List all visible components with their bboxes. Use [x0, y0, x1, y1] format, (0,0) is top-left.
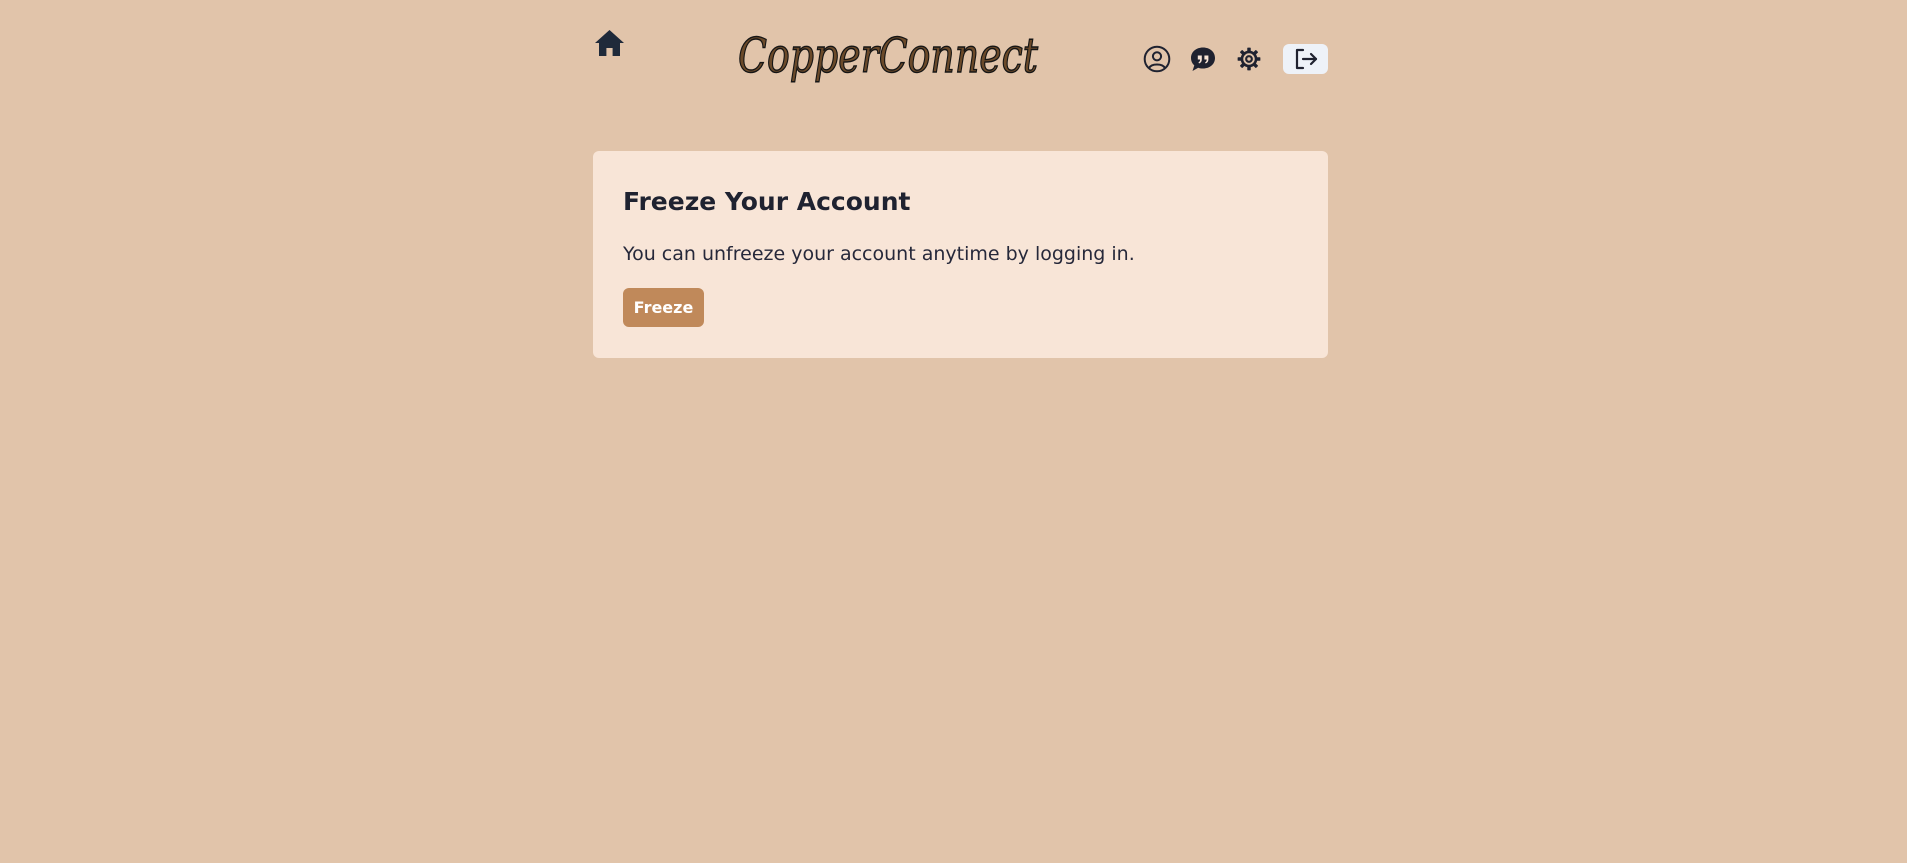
- settings-button[interactable]: [1232, 42, 1266, 76]
- top-navigation: CopperConnect: [592, 14, 1328, 102]
- home-icon: [594, 30, 624, 56]
- nav-icon-group: [1140, 44, 1266, 74]
- freeze-button[interactable]: Freeze: [623, 288, 704, 327]
- card-description: You can unfreeze your account anytime by…: [623, 243, 1135, 265]
- profile-button[interactable]: [1140, 42, 1174, 76]
- logout-arrow-icon: [1295, 48, 1317, 70]
- card-title: Freeze Your Account: [623, 187, 911, 216]
- logo-text: CopperConnect: [738, 28, 1039, 84]
- logout-button[interactable]: [1283, 44, 1328, 74]
- brand-logo[interactable]: CopperConnect: [728, 14, 1048, 100]
- quote-bubble-icon: [1191, 47, 1215, 71]
- user-circle-icon: [1143, 45, 1171, 73]
- freeze-account-card: Freeze Your Account You can unfreeze you…: [593, 151, 1328, 358]
- chat-button[interactable]: [1186, 42, 1220, 76]
- gear-icon: [1237, 47, 1261, 71]
- home-button[interactable]: [592, 26, 626, 60]
